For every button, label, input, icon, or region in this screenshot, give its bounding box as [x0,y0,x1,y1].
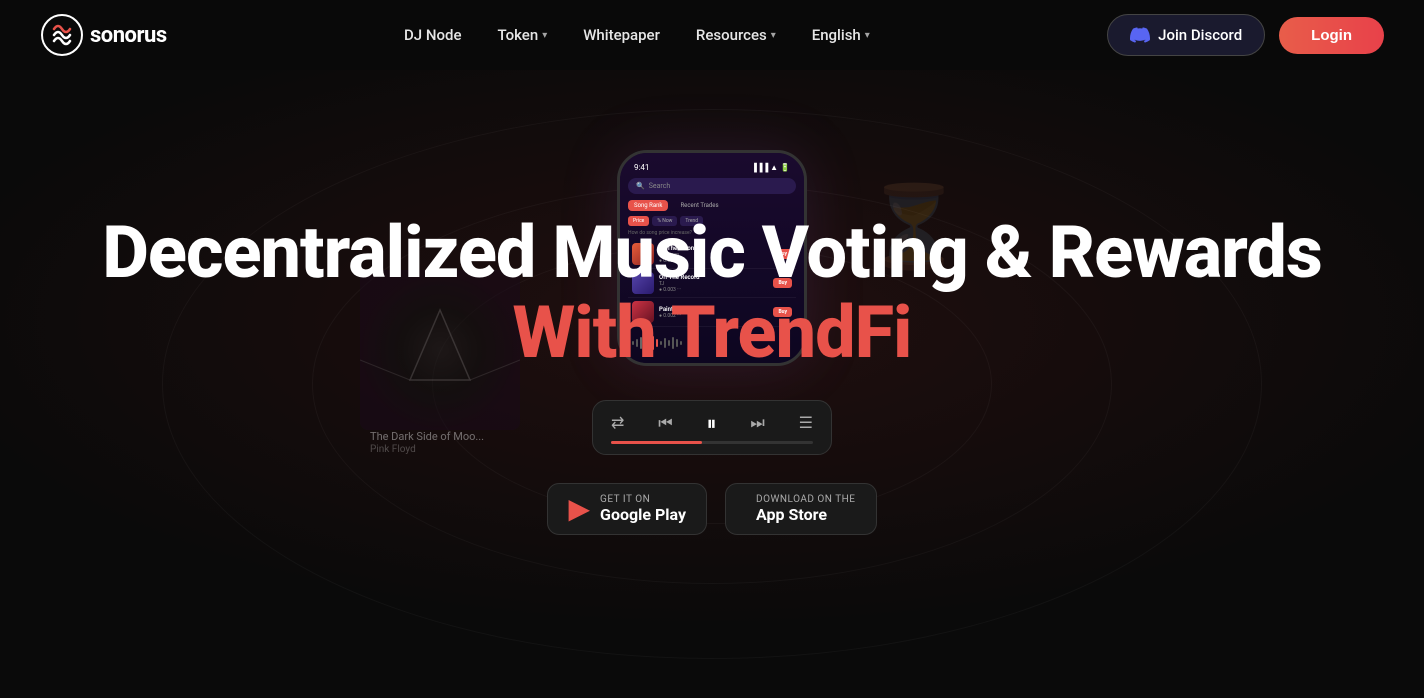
nav-item-whitepaper[interactable]: Whitepaper [583,26,660,44]
hero-text: Decentralized Music Voting & Rewards Wit… [102,213,1322,371]
headline-line1: Decentralized [102,210,535,295]
nav-item-token[interactable]: Token ▾ [497,26,547,44]
phone-status-bar: 9:41 ▐▐▐ ▲ 🔋 [628,161,796,174]
app-store-main: App Store [756,505,855,524]
nav-link-whitepaper[interactable]: Whitepaper [583,26,660,44]
headline-trendfi: With TrendFi [102,293,1322,372]
search-icon: 🔍 [636,182,645,190]
join-discord-button[interactable]: Join Discord [1107,14,1265,56]
nav-item-resources[interactable]: Resources ▾ [696,26,776,44]
google-play-sub: GET IT ON [600,494,686,505]
nav-links: DJ Node Token ▾ Whitepaper Resources ▾ E… [404,26,870,44]
nav-link-djnode[interactable]: DJ Node [404,26,462,44]
pause-button[interactable]: ⏸ [707,411,717,435]
logo-text: sonorus [90,23,167,48]
playlist-button[interactable]: ☰ [799,413,813,432]
hero-headline: Decentralized Music Voting & Rewards Wit… [102,213,1322,371]
next-button[interactable]: ⏭ [750,413,764,433]
app-store-text: Download on the App Store [756,494,855,524]
login-button[interactable]: Login [1279,17,1384,54]
discord-icon [1130,25,1150,45]
chevron-icon: ▾ [771,30,776,41]
player-progress-bar[interactable] [611,441,813,444]
hero-section: The Dark Side of Moo... Pink Floyd ⏳ 9:4… [0,70,1424,698]
player-controls: ⇄ ⏮ ⏸ ⏭ ☰ [611,411,813,435]
prev-button[interactable]: ⏮ [658,413,672,433]
nav-link-token[interactable]: Token ▾ [497,26,547,44]
album-artist-bg: Pink Floyd [370,444,416,455]
app-badges: ▶ GET IT ON Google Play Download on the … [547,483,876,535]
google-play-badge[interactable]: ▶ GET IT ON Google Play [547,483,707,535]
navbar: sonorus DJ Node Token ▾ Whitepaper Resou… [0,0,1424,70]
nav-item-djnode[interactable]: DJ Node [404,26,462,44]
logo-icon [40,13,84,57]
phone-time: 9:41 [634,163,649,172]
nav-item-language[interactable]: English ▾ [812,26,870,44]
nav-right: Join Discord Login [1107,14,1384,56]
nav-link-language[interactable]: English ▾ [812,26,870,44]
music-player-bar: ⇄ ⏮ ⏸ ⏭ ☰ [592,400,832,455]
headline-line2: Music Voting & Rewards [552,210,1321,295]
chevron-icon: ▾ [865,30,870,41]
shuffle-button[interactable]: ⇄ [611,413,624,432]
player-progress-fill [611,441,702,444]
google-play-text: GET IT ON Google Play [600,494,686,524]
logo[interactable]: sonorus [40,13,167,57]
google-play-icon: ▶ [568,495,590,523]
app-store-badge[interactable]: Download on the App Store [725,483,876,535]
app-store-sub: Download on the [756,494,855,505]
chevron-icon: ▾ [542,30,547,41]
google-play-main: Google Play [600,505,686,524]
phone-search-bar: 🔍 Search [628,178,796,194]
phone-signal: ▐▐▐ ▲ 🔋 [751,163,790,172]
nav-link-resources[interactable]: Resources ▾ [696,26,776,44]
album-title-bg: The Dark Side of Moo... [370,430,484,443]
